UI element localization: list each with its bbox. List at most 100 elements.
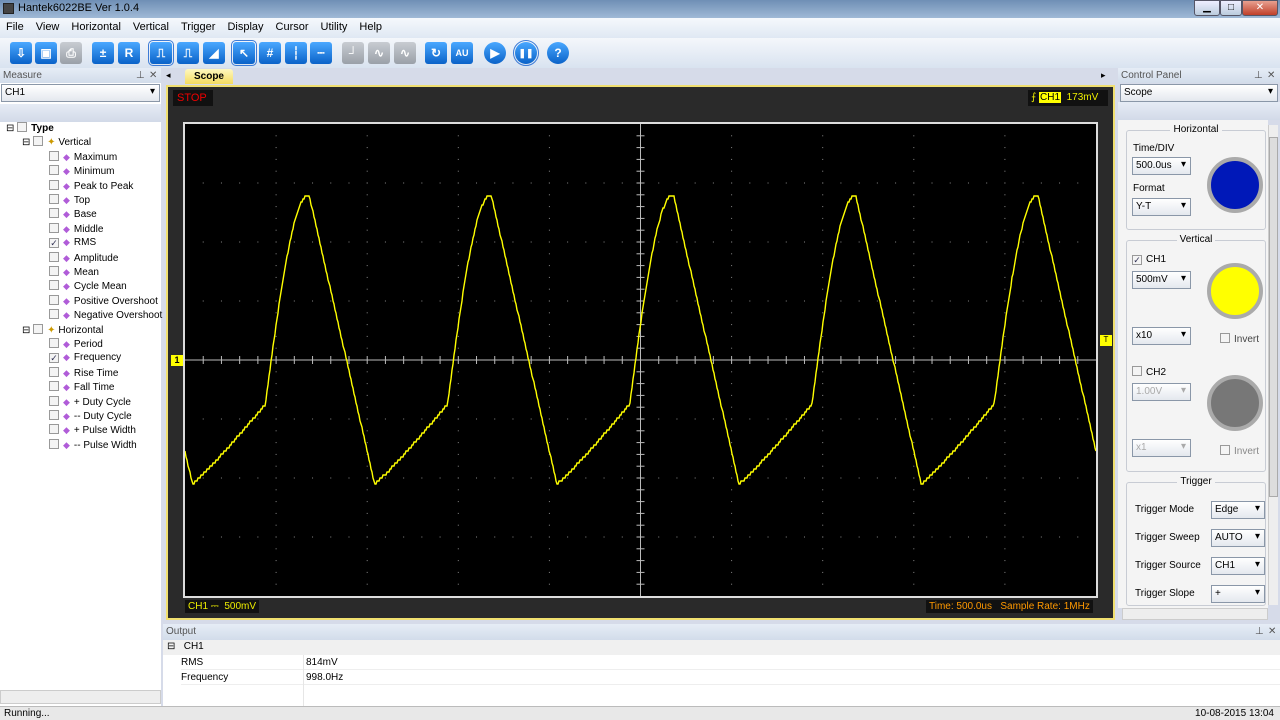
measure-checkbox[interactable] (49, 179, 59, 190)
tab-scroll-right-icon[interactable]: ▸ (1101, 70, 1106, 81)
tree-item[interactable]: ◆ + Duty Cycle (49, 395, 131, 410)
tab-scope[interactable]: Scope (185, 69, 233, 84)
measure-checkbox[interactable] (49, 366, 59, 377)
auto-button[interactable]: AU (451, 42, 473, 64)
refresh-button[interactable]: ↻ (425, 42, 447, 64)
measure-checkbox[interactable] (49, 165, 59, 176)
maximize-button[interactable]: □ (1220, 0, 1242, 16)
tree-root[interactable]: ⊟ Type (6, 122, 54, 136)
control-mode-select[interactable]: Scope (1120, 84, 1278, 102)
measure-checkbox[interactable] (49, 150, 59, 161)
measure-checkbox[interactable] (49, 194, 59, 204)
run-status[interactable]: STOP (173, 90, 213, 106)
tab-scroll-left-icon[interactable]: ◂ (166, 70, 171, 81)
tree-item[interactable]: ◆ + Pulse Width (49, 424, 136, 438)
pointer-button[interactable]: ↖ (231, 40, 257, 66)
pulse-button[interactable]: ⎍ (148, 40, 174, 66)
ch1-volts-select[interactable]: 500mV (1132, 271, 1191, 289)
measure-checkbox[interactable] (49, 381, 59, 392)
collapse-icon[interactable]: ⊟ (6, 123, 14, 134)
pause-button[interactable]: ❚❚ (513, 40, 539, 66)
trigger-level-marker[interactable]: T (1100, 335, 1112, 346)
ramp-button[interactable]: ◢ (203, 42, 225, 64)
tree-item[interactable]: ◆ Top (49, 194, 90, 208)
type-checkbox[interactable] (17, 122, 28, 132)
ch2-volts-knob[interactable] (1207, 375, 1263, 431)
math-button[interactable]: ± (92, 42, 114, 64)
measure-checkbox[interactable] (49, 438, 59, 449)
pin-icon[interactable]: ⊥ (136, 70, 145, 81)
ch2-volts-select[interactable]: 1.00V (1132, 383, 1191, 401)
ch2-checkbox[interactable] (1132, 366, 1142, 376)
ch1-checkbox[interactable]: ✓ (1132, 255, 1142, 265)
measure-checkbox[interactable] (49, 410, 59, 420)
tree-group-horizontal[interactable]: ⊟ ✦ Horizontal (22, 323, 103, 338)
measure-checkbox[interactable] (49, 395, 59, 406)
menu-view[interactable]: View (30, 18, 66, 33)
tree-item[interactable]: ◆ Fall Time (49, 381, 114, 395)
reference-button[interactable]: R (118, 42, 140, 64)
tree-item[interactable]: ◆ Middle (49, 222, 103, 237)
trigger-mode-select[interactable]: Edge (1211, 501, 1265, 519)
tree-group-vertical[interactable]: ⊟ ✦ Vertical (22, 136, 91, 150)
group-checkbox[interactable] (33, 323, 44, 334)
measure-checkbox[interactable] (49, 222, 59, 233)
open-button[interactable]: ⇩ (10, 42, 32, 64)
tree-item[interactable]: ◆ Peak to Peak (49, 179, 133, 194)
help-button[interactable]: ? (547, 42, 569, 64)
control-horizontal-scrollbar[interactable] (1122, 608, 1268, 620)
close-icon[interactable]: ✕ (1267, 70, 1275, 81)
menu-cursor[interactable]: Cursor (270, 18, 315, 33)
tree-item[interactable]: ◆ Maximum (49, 150, 117, 165)
horizontal-cursor-button[interactable]: ┄ (310, 42, 332, 64)
menu-horizontal[interactable]: Horizontal (65, 18, 127, 33)
measure-checkbox[interactable] (49, 280, 59, 291)
measure-checkbox[interactable] (49, 208, 59, 219)
tree-item[interactable]: ◆ Negative Overshoot (49, 309, 162, 323)
step-button[interactable]: ┘ (342, 42, 364, 64)
sine-button[interactable]: ∿ (394, 42, 416, 64)
collapse-icon[interactable]: ⊟ (22, 325, 30, 336)
timediv-select[interactable]: 500.0us (1132, 157, 1191, 175)
tree-item[interactable]: ◆ Rise Time (49, 366, 118, 381)
menu-trigger[interactable]: Trigger (175, 18, 221, 33)
tree-item[interactable]: ◆ Mean (49, 266, 99, 280)
measure-checkbox[interactable] (49, 294, 59, 305)
save-button[interactable]: ▣ (35, 42, 57, 64)
tree-item[interactable]: ◆ -- Pulse Width (49, 438, 137, 453)
tree-item[interactable]: ◆ Base (49, 208, 97, 222)
close-button[interactable]: ✕ (1242, 0, 1278, 16)
print-button[interactable]: ⎙ (60, 42, 82, 64)
cross-cursor-button[interactable]: # (259, 42, 281, 64)
measure-channel-select[interactable]: CH1 (1, 84, 160, 102)
measure-checkbox[interactable] (49, 424, 59, 435)
close-icon[interactable]: ✕ (149, 70, 157, 81)
menu-vertical[interactable]: Vertical (127, 18, 175, 33)
ch1-volts-knob[interactable] (1207, 263, 1263, 319)
measure-checkbox[interactable] (49, 251, 59, 262)
tree-item[interactable]: ✓ ◆ RMS (49, 237, 96, 251)
wave-button[interactable]: ∿ (368, 42, 390, 64)
collapse-icon[interactable]: ⊟ (22, 137, 30, 148)
tree-item[interactable]: ◆ Cycle Mean (49, 280, 127, 294)
menu-help[interactable]: Help (353, 18, 388, 33)
format-select[interactable]: Y-T (1132, 198, 1191, 216)
menu-utility[interactable]: Utility (315, 18, 354, 33)
measure-checkbox[interactable] (49, 338, 59, 348)
tree-item[interactable]: ◆ Minimum (49, 165, 114, 179)
close-icon[interactable]: ✕ (1268, 626, 1276, 637)
tree-item[interactable]: ◆ -- Duty Cycle (49, 410, 132, 424)
collapse-icon[interactable]: ⊟ (167, 641, 175, 652)
ch2-probe-select[interactable]: x1 (1132, 439, 1191, 457)
square-wave-button[interactable]: ⎍ (177, 42, 199, 64)
trigger-sweep-select[interactable]: AUTO (1211, 529, 1265, 547)
measure-checkbox[interactable] (49, 266, 59, 276)
horizontal-scrollbar[interactable] (0, 690, 161, 704)
measure-checkbox[interactable] (49, 309, 59, 320)
trigger-source-select[interactable]: CH1 (1211, 557, 1265, 575)
tree-item[interactable]: ◆ Period (49, 338, 103, 352)
run-button[interactable]: ▶ (484, 42, 506, 64)
tree-item[interactable]: ◆ Amplitude (49, 251, 118, 266)
ch1-probe-select[interactable]: x10 (1132, 327, 1191, 345)
tree-item[interactable]: ◆ Positive Overshoot (49, 294, 158, 309)
